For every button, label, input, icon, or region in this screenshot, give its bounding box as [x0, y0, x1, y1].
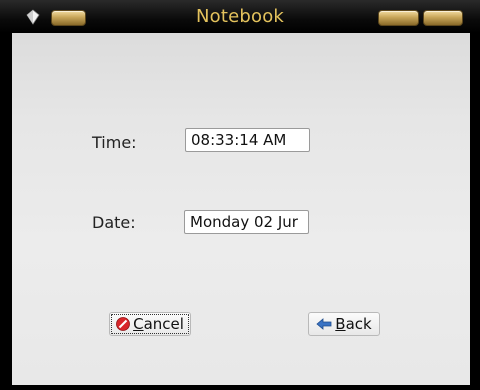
time-label: Time:	[92, 133, 137, 152]
time-field[interactable]: 08:33:14 AM	[185, 128, 310, 152]
cancel-icon	[116, 317, 130, 331]
cancel-button[interactable]: Cancel	[109, 312, 191, 336]
minimize-button[interactable]	[378, 10, 419, 26]
back-label: Back	[335, 315, 372, 333]
date-field[interactable]: Monday 02 Jur	[184, 210, 309, 234]
title-bar[interactable]: Notebook	[0, 0, 480, 33]
back-arrow-icon	[316, 318, 332, 330]
dialog-body: Time: 08:33:14 AM Date: Monday 02 Jur Ca…	[12, 33, 470, 385]
cancel-label: Cancel	[133, 315, 184, 333]
close-button[interactable]	[423, 10, 463, 26]
date-label: Date:	[92, 213, 136, 232]
notebook-window: Notebook Time: 08:33:14 AM Date: Monday …	[0, 0, 480, 390]
back-button[interactable]: Back	[308, 312, 380, 336]
